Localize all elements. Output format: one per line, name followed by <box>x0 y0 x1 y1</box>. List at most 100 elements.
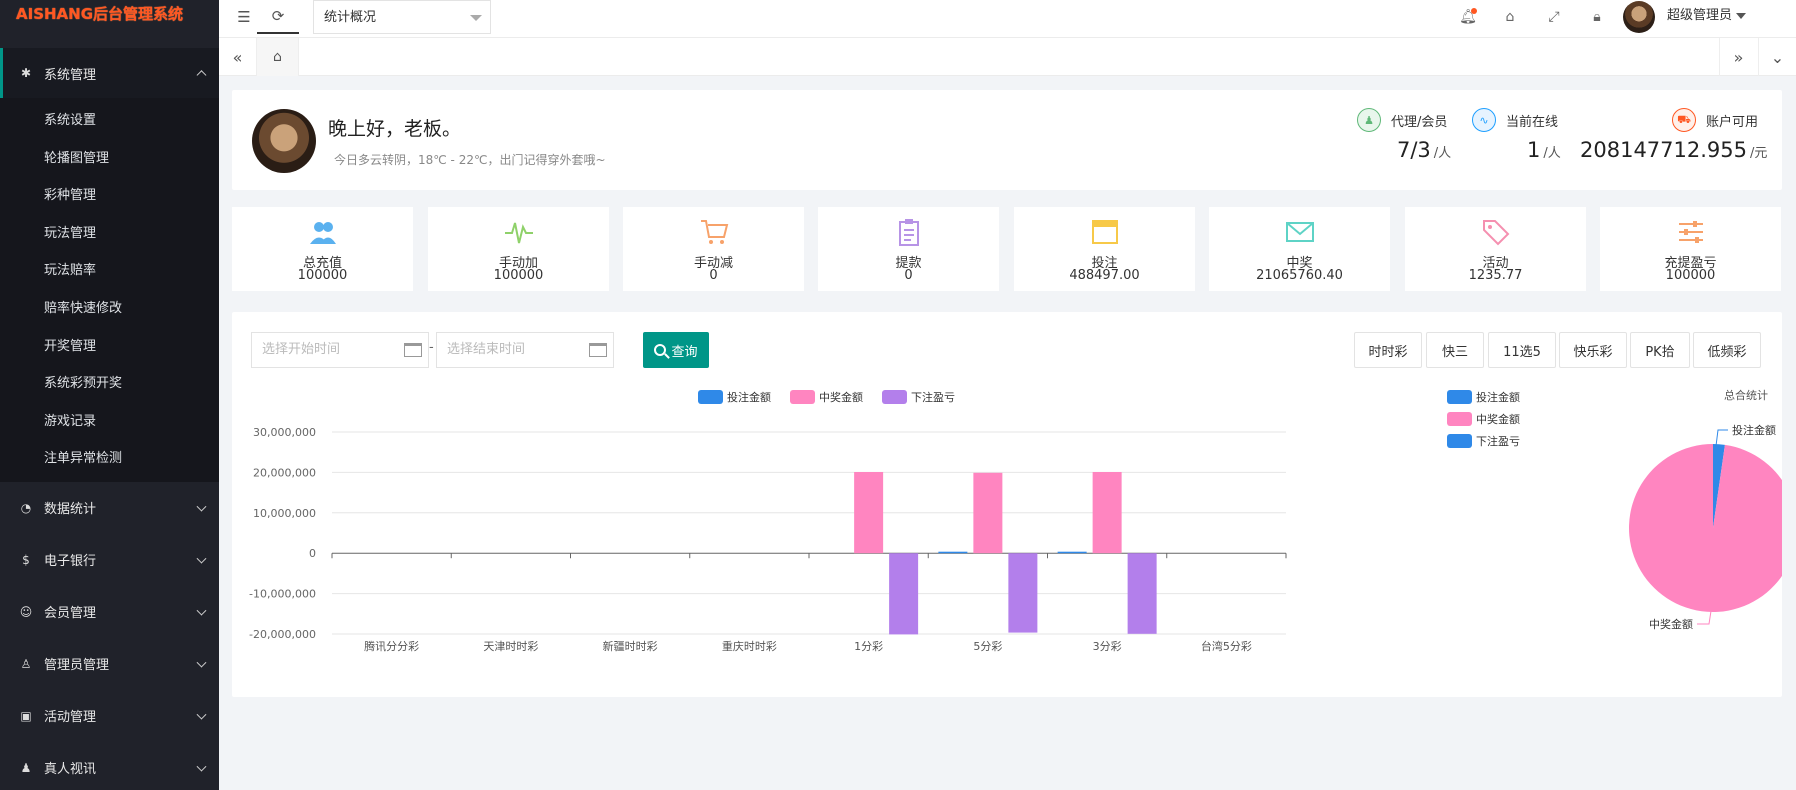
pulse-icon: ∿ <box>1472 108 1496 132</box>
sidebar-subitem[interactable]: 系统彩预开奖 <box>0 365 219 403</box>
legend-label: 投注金额 <box>1476 390 1520 404</box>
bar <box>973 472 1003 554</box>
stat-unit: /元 <box>1750 146 1768 161</box>
sidebar-group-members[interactable]: ☺ 会员管理 <box>0 586 219 638</box>
tile-bet[interactable]: 投注 488497.00 <box>1014 207 1195 291</box>
sidebar-subitem[interactable]: 注单异常检测 <box>0 440 219 478</box>
tile-total-recharge[interactable]: 总充值 100000 <box>232 207 413 291</box>
user-icon: ♙ <box>20 656 32 671</box>
page-select-value: 统计概况 <box>324 10 377 25</box>
legend-label: 中奖金额 <box>819 390 863 404</box>
users-icon <box>309 222 336 244</box>
chart-card: 选择开始时间 - 选择结束时间 查询 时时彩 快三 11选5 快乐彩 PK拾 低… <box>232 312 1782 697</box>
sidebar-subitem[interactable]: 赔率快速修改 <box>0 290 219 328</box>
refresh-icon[interactable]: ⟳ <box>257 0 299 34</box>
query-button[interactable]: 查询 <box>643 332 709 368</box>
stat-unit: /人 <box>1543 146 1561 161</box>
topbar: ☰ ⟳ 统计概况 🔔︎ ⌂ ⤢ 🔒︎ 超级管理员 <box>219 0 1796 38</box>
stat-balance-label: ⛟ 账户可用 <box>1672 108 1758 132</box>
caret-down-icon <box>1736 12 1747 19</box>
sidebar-subitem[interactable]: 玩法赔率 <box>0 252 219 290</box>
sidebar-subitem[interactable]: 系统设置 <box>0 102 219 140</box>
stat-online-value: 1/人 <box>1527 138 1561 162</box>
sidebar-group-ebank[interactable]: $ 电子银行 <box>0 534 219 586</box>
chevron-down-icon <box>196 761 207 772</box>
tile-value: 488497.00 <box>1069 268 1140 283</box>
start-date-input[interactable]: 选择开始时间 <box>251 332 429 368</box>
tile-withdraw[interactable]: 提款 0 <box>818 207 999 291</box>
stat-label: 代理/会员 <box>1391 114 1448 130</box>
mail-icon <box>1285 222 1314 242</box>
filter-pk10-button[interactable]: PK拾 <box>1630 332 1690 368</box>
tag-icon[interactable]: ⌂ <box>1499 6 1521 28</box>
lock-icon[interactable]: 🔒︎ <box>1586 6 1608 28</box>
sidebar-group-system[interactable]: ✱ 系统管理 <box>0 48 219 98</box>
sidebar-group-admins[interactable]: ♙ 管理员管理 <box>0 638 219 690</box>
sidebar: AISHANG后台管理系统 ✱ 系统管理 系统设置 轮播图管理 彩种管理 玩法管… <box>0 0 219 790</box>
fullscreen-icon[interactable]: ⤢ <box>1543 6 1565 28</box>
sidebar-subitem[interactable]: 玩法管理 <box>0 215 219 253</box>
bar <box>1092 471 1122 554</box>
tile-activity[interactable]: 活动 1235.77 <box>1405 207 1586 291</box>
filter-11x5-button[interactable]: 11选5 <box>1488 332 1556 368</box>
bar <box>854 471 884 554</box>
legend-label: 下注盈亏 <box>1476 434 1520 448</box>
search-icon <box>654 344 667 356</box>
end-date-input[interactable]: 选择结束时间 <box>436 332 614 368</box>
filter-low-freq-button[interactable]: 低频彩 <box>1693 332 1761 368</box>
tab-scroll-left-icon[interactable]: « <box>219 38 257 76</box>
sidebar-subitem[interactable]: 轮播图管理 <box>0 140 219 178</box>
money-icon: $ <box>22 552 30 567</box>
sidebar-subitem[interactable]: 游戏记录 <box>0 403 219 441</box>
stat-label: 当前在线 <box>1506 114 1559 130</box>
legend-label: 投注金额 <box>727 390 771 404</box>
sidebar-group-activities[interactable]: ▣ 活动管理 <box>0 690 219 742</box>
pie-chart: 总合统计投注金额中奖金额下注盈亏投注金额中奖金额 <box>1447 388 1782 631</box>
clipboard-icon <box>898 219 919 246</box>
calendar-icon <box>589 343 607 357</box>
sidebar-subitem[interactable]: 开奖管理 <box>0 328 219 366</box>
menu-toggle-icon[interactable]: ☰ <box>233 6 255 28</box>
tag-icon <box>1482 220 1509 246</box>
y-tick-label: 20,000,000 <box>253 466 316 479</box>
sidebar-group-data-stats[interactable]: ◔ 数据统计 <box>0 482 219 534</box>
filter-k3-button[interactable]: 快三 <box>1426 332 1484 368</box>
welcome-card: 晚上好，老板。 今日多云转阴，18℃ - 22℃，出门记得穿外套哦~ ♟ 代理/… <box>232 90 1782 190</box>
tile-win[interactable]: 中奖 21065760.40 <box>1209 207 1390 291</box>
tile-manual-add[interactable]: 手动加 100000 <box>428 207 609 291</box>
tile-recharge-withdraw-pl[interactable]: 充提盈亏 100000 <box>1600 207 1781 291</box>
x-tick-label: 重庆时时彩 <box>722 639 777 653</box>
bell-icon[interactable]: 🔔︎ <box>1457 6 1479 28</box>
sidebar-group-live-video[interactable]: ♟ 真人视讯 <box>0 742 219 790</box>
page-select[interactable]: 统计概况 <box>313 0 491 34</box>
avatar <box>252 109 316 173</box>
filter-ssc-button[interactable]: 时时彩 <box>1354 332 1422 368</box>
calendar-icon <box>404 343 422 357</box>
bar <box>1008 553 1038 633</box>
chevron-up-icon <box>196 70 207 81</box>
query-label: 查询 <box>671 344 698 360</box>
stat-agents-label: ♟ 代理/会员 <box>1357 108 1447 132</box>
notification-dot <box>1471 8 1477 14</box>
bar <box>889 553 919 635</box>
sliders-icon <box>1678 221 1703 243</box>
app-logo[interactable]: AISHANG后台管理系统 <box>0 0 219 38</box>
user-menu[interactable]: 超级管理员 <box>1667 0 1747 34</box>
tab-scroll-right-icon[interactable]: » <box>1719 38 1757 76</box>
home-tab[interactable]: ⌂ <box>257 38 299 76</box>
stat-unit: /人 <box>1433 146 1452 161</box>
stat-value: 1 <box>1527 138 1541 162</box>
tile-value: 100000 <box>1665 268 1716 283</box>
y-tick-label: -10,000,000 <box>249 588 316 601</box>
window-icon <box>1091 220 1118 244</box>
caret-down-icon <box>470 15 482 21</box>
filter-klc-button[interactable]: 快乐彩 <box>1559 332 1627 368</box>
sidebar-subitem[interactable]: 彩种管理 <box>0 177 219 215</box>
tab-menu-icon[interactable]: ⌄ <box>1758 38 1796 76</box>
stat-balance-value: 208147712.955/元 <box>1580 138 1767 162</box>
avatar[interactable] <box>1623 1 1655 33</box>
pie-title: 总合统计 <box>1724 388 1768 402</box>
tile-manual-subtract[interactable]: 手动减 0 <box>623 207 804 291</box>
weather-text: 今日多云转阴，18℃ - 22℃，出门记得穿外套哦~ <box>334 153 606 167</box>
legend-swatch <box>1447 412 1472 426</box>
